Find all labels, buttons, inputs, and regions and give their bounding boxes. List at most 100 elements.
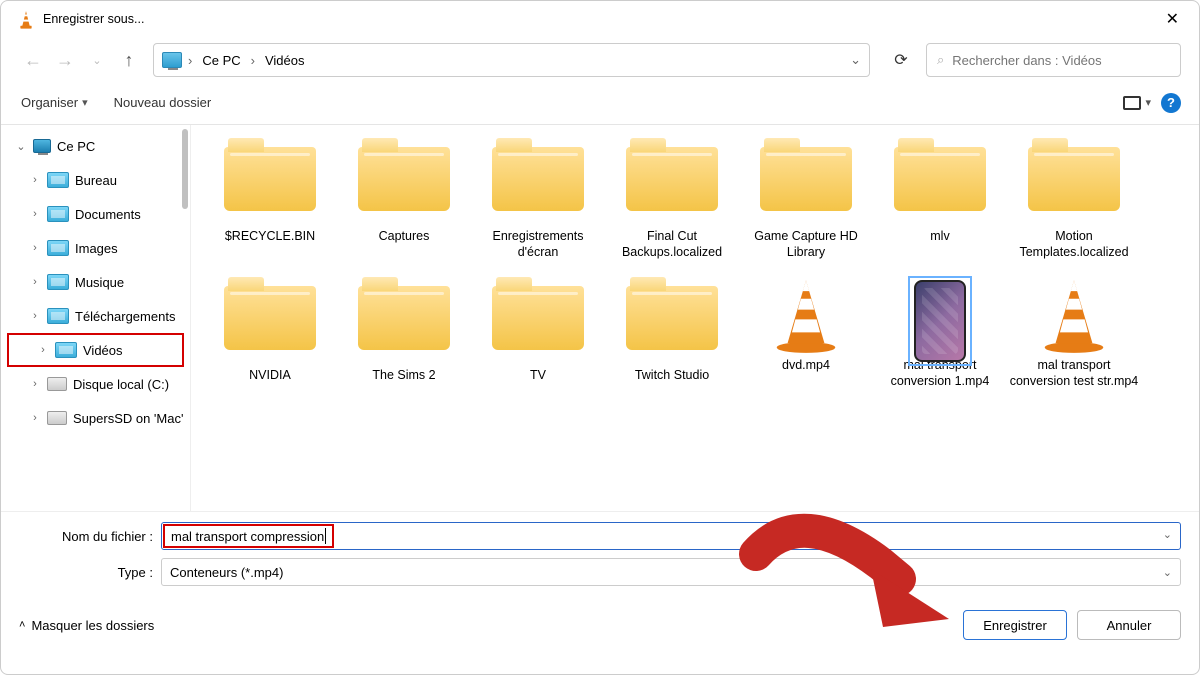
breadcrumb-folder[interactable]: Vidéos — [261, 51, 309, 70]
expander-icon[interactable]: › — [37, 344, 49, 356]
breadcrumb[interactable]: › Ce PC › Vidéos ⌄ — [153, 43, 870, 77]
file-item[interactable]: $RECYCLE.BIN — [203, 133, 337, 268]
file-label: NVIDIA — [205, 368, 335, 384]
file-label: Motion Templates.localized — [1009, 229, 1139, 260]
sidebar-item-documents[interactable]: › Documents — [1, 197, 190, 231]
expander-icon[interactable]: › — [29, 276, 41, 288]
file-label: The Sims 2 — [339, 368, 469, 384]
expander-icon[interactable]: › — [29, 310, 41, 322]
library-folder-icon — [47, 240, 69, 256]
filename-input[interactable]: mal transport compression ⌄ — [161, 522, 1181, 550]
back-button[interactable]: ← — [19, 46, 47, 74]
file-item[interactable]: Captures — [337, 133, 471, 268]
drive-icon — [47, 411, 67, 425]
folder-icon — [358, 147, 450, 211]
forward-button[interactable]: → — [51, 46, 79, 74]
hide-folders-label: Masquer les dossiers — [31, 618, 154, 633]
view-icon — [1123, 96, 1141, 110]
tree-label: Images — [75, 241, 118, 256]
sidebar-item-network-drive[interactable]: › SupersSD on 'Mac' — [1, 401, 190, 435]
search-box[interactable]: ⌕ — [926, 43, 1181, 77]
folder-icon — [626, 286, 718, 350]
sidebar-item-images[interactable]: › Images — [1, 231, 190, 265]
expander-icon[interactable]: › — [29, 174, 41, 186]
tree-label: Bureau — [75, 173, 117, 188]
hide-folders-button[interactable]: ˄ Masquer les dossiers — [19, 618, 154, 633]
expander-icon[interactable]: › — [29, 412, 41, 424]
file-label: TV — [473, 368, 603, 384]
expander-icon[interactable]: › — [29, 208, 41, 220]
folder-icon — [224, 147, 316, 211]
file-item[interactable]: dvd.mp4 — [739, 272, 873, 397]
organize-label: Organiser — [21, 95, 78, 110]
file-item[interactable]: Final Cut Backups.localized — [605, 133, 739, 268]
file-item[interactable]: NVIDIA — [203, 272, 337, 397]
tree-label: Documents — [75, 207, 141, 222]
refresh-button[interactable]: ⟳ — [886, 45, 916, 75]
search-input[interactable] — [952, 53, 1170, 68]
organize-button[interactable]: Organiser ▾ — [19, 91, 90, 114]
tree-label: Disque local (C:) — [73, 377, 169, 392]
file-label: $RECYCLE.BIN — [205, 229, 335, 245]
recent-dropdown[interactable]: ⌄ — [83, 46, 111, 74]
file-item[interactable]: mlv — [873, 133, 1007, 268]
expander-icon[interactable]: › — [29, 242, 41, 254]
this-pc-icon — [162, 52, 182, 68]
folder-icon — [1028, 147, 1120, 211]
drive-icon — [47, 377, 67, 391]
file-item[interactable]: Twitch Studio — [605, 272, 739, 397]
folder-icon — [492, 286, 584, 350]
folder-icon — [358, 286, 450, 350]
folder-icon — [626, 147, 718, 211]
breadcrumb-dropdown[interactable]: ⌄ — [850, 52, 861, 68]
folder-icon — [894, 147, 986, 211]
file-item[interactable]: TV — [471, 272, 605, 397]
breadcrumb-root[interactable]: Ce PC — [198, 51, 244, 70]
new-folder-button[interactable]: Nouveau dossier — [112, 91, 214, 114]
library-folder-icon — [47, 172, 69, 188]
tree-label: Vidéos — [83, 343, 123, 358]
file-item[interactable]: Game Capture HD Library — [739, 133, 873, 268]
type-select[interactable]: Conteneurs (*.mp4) ⌄ — [161, 558, 1181, 586]
sidebar-item-bureau[interactable]: › Bureau — [1, 163, 190, 197]
chevron-right-icon: › — [251, 53, 255, 68]
sidebar-item-telechargements[interactable]: › Téléchargements — [1, 299, 190, 333]
window-title: Enregistrer sous... — [43, 12, 1158, 26]
sidebar-item-musique[interactable]: › Musique — [1, 265, 190, 299]
expander-open-icon[interactable]: ⌄ — [15, 140, 27, 153]
tree-label: Musique — [75, 275, 124, 290]
file-item[interactable]: Enregistrements d'écran — [471, 133, 605, 268]
file-label: Captures — [339, 229, 469, 245]
view-button[interactable]: ▾ — [1123, 96, 1151, 110]
expander-icon[interactable]: › — [29, 378, 41, 390]
folder-icon — [760, 147, 852, 211]
file-item[interactable]: Motion Templates.localized — [1007, 133, 1141, 268]
sidebar-item-videos[interactable]: › Vidéos — [7, 333, 184, 367]
file-item[interactable]: The Sims 2 — [337, 272, 471, 397]
up-button[interactable]: ↑ — [115, 46, 143, 74]
tree-root-this-pc[interactable]: ⌄ Ce PC — [1, 129, 190, 163]
file-label: Enregistrements d'écran — [473, 229, 603, 260]
type-value: Conteneurs (*.mp4) — [170, 565, 283, 580]
folder-icon — [492, 147, 584, 211]
file-item[interactable]: mal transport conversion 1.mp4 — [873, 272, 1007, 397]
filename-value: mal transport compression — [171, 529, 324, 544]
filename-label: Nom du fichier : — [19, 529, 161, 544]
file-label: dvd.mp4 — [741, 358, 871, 374]
vlc-cone-icon — [1038, 276, 1110, 354]
chevron-down-icon: ▾ — [1145, 96, 1151, 109]
vlc-cone-icon — [770, 276, 842, 354]
search-icon: ⌕ — [937, 52, 944, 68]
save-button[interactable]: Enregistrer — [963, 610, 1067, 640]
cancel-button[interactable]: Annuler — [1077, 610, 1181, 640]
sidebar-item-disque-local[interactable]: › Disque local (C:) — [1, 367, 190, 401]
filename-history-dropdown[interactable]: ⌄ — [1163, 528, 1172, 541]
file-item[interactable]: mal transport conversion test str.mp4 — [1007, 272, 1141, 397]
file-grid: $RECYCLE.BINCapturesEnregistrements d'éc… — [191, 125, 1199, 511]
help-button[interactable]: ? — [1161, 93, 1181, 113]
library-folder-icon — [55, 342, 77, 358]
chevron-right-icon: › — [188, 53, 192, 68]
close-button[interactable]: ✕ — [1158, 9, 1187, 29]
type-label: Type : — [19, 565, 161, 580]
sidebar-scrollbar[interactable] — [180, 125, 190, 511]
